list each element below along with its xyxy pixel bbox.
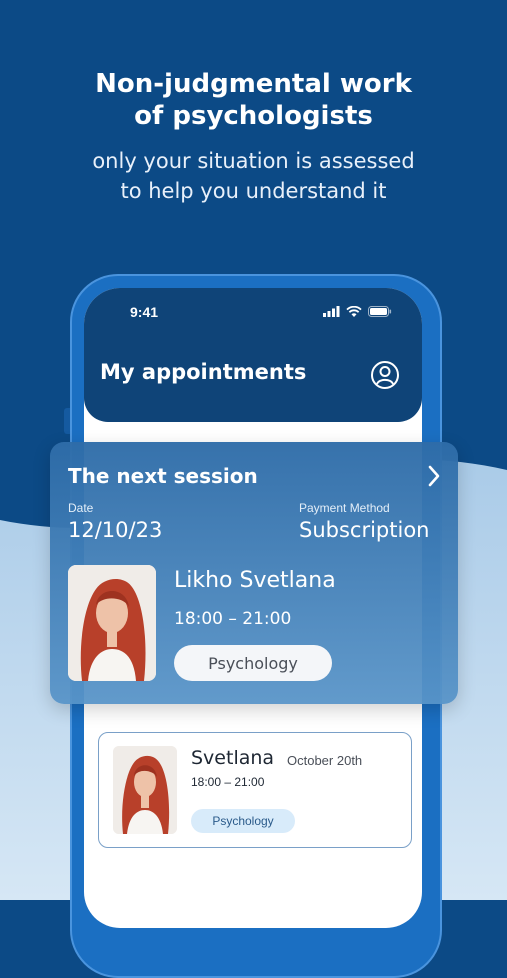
status-time: 9:41: [130, 304, 159, 320]
psychologist-avatar-graphic: [68, 565, 156, 681]
next-session-card[interactable]: The next session Date 12/10/23 Payment M…: [50, 442, 458, 704]
psychologist-photo: [113, 746, 177, 834]
profile-icon[interactable]: [370, 360, 400, 390]
promo-subtitle-line-2: to help you understand it: [120, 179, 387, 203]
specialty-tag: Psychology: [174, 645, 332, 681]
payment-method-label: Payment Method: [299, 501, 390, 515]
appointment-specialty-tag: Psychology: [191, 809, 295, 833]
psychologist-name: Likho Svetlana: [174, 568, 336, 593]
page-title: My appointments: [100, 360, 307, 384]
appointment-name: Svetlana: [191, 747, 275, 769]
next-session-title: The next session: [68, 464, 258, 488]
appointment-date: October 20th: [287, 753, 363, 768]
promo-subtitle-line-1: only your situation is assessed: [92, 149, 415, 173]
promo-subtitle: only your situation is assessed to help …: [0, 146, 507, 206]
chevron-right-icon[interactable]: [426, 464, 442, 488]
battery-icon: [368, 306, 392, 317]
status-icons: [323, 306, 392, 317]
promo-headline-line-2: of psychologists: [134, 101, 373, 131]
date-label: Date: [68, 501, 94, 515]
signal-icon: [323, 306, 340, 317]
wifi-icon: [346, 306, 362, 317]
payment-method-value: Subscription: [299, 518, 430, 542]
session-time: 18:00 – 21:00: [174, 609, 292, 629]
appointment-card[interactable]: Svetlana October 20th 18:00 – 21:00 Psyc…: [98, 732, 412, 848]
session-date: 12/10/23: [68, 518, 163, 542]
promo-headline: Non-judgmental work of psychologists: [0, 68, 507, 132]
promo-headline-line-1: Non-judgmental work: [95, 69, 412, 99]
app-header: 9:41 My appointments: [84, 288, 422, 422]
psychologist-avatar-graphic: [113, 746, 177, 834]
psychologist-photo: [68, 565, 156, 681]
appointment-time: 18:00 – 21:00: [191, 775, 265, 789]
